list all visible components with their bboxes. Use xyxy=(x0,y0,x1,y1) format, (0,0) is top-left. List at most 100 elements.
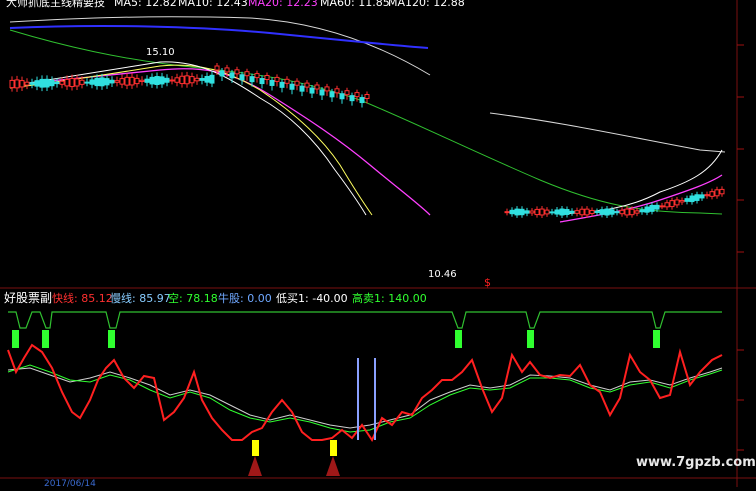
candle-body xyxy=(64,78,70,87)
candle-body xyxy=(139,79,145,82)
candle-body xyxy=(704,194,710,197)
candle-body xyxy=(134,77,140,85)
candle-body xyxy=(629,208,635,216)
candle-body xyxy=(344,90,350,96)
candle-body xyxy=(659,205,665,208)
candle-body xyxy=(154,76,160,86)
candle-body xyxy=(74,78,80,87)
candle-body xyxy=(24,81,30,86)
ma60-label: MA60: 11.85 xyxy=(320,0,390,9)
candle-body xyxy=(259,78,265,85)
candle-body xyxy=(524,210,530,214)
buy-triangle-1 xyxy=(248,456,262,476)
candle-body xyxy=(59,80,65,85)
low-buy-readout: 低买1: -40.00 xyxy=(276,292,348,305)
candle-body xyxy=(264,75,270,80)
candle-body xyxy=(89,79,95,85)
candle-body xyxy=(569,210,575,214)
candle-body xyxy=(124,76,130,86)
candle-body xyxy=(279,81,285,88)
slow-line xyxy=(7,367,723,429)
ma5-line-right xyxy=(559,149,723,215)
dollar-marker-icon: $ xyxy=(484,276,491,289)
candle-body xyxy=(314,84,320,90)
watermark: www.7gpzb.com xyxy=(636,455,756,470)
candle-body xyxy=(34,80,40,87)
candle-body xyxy=(274,76,280,82)
slow-line-readout: 慢线: 85.97 xyxy=(110,292,171,305)
candle-body xyxy=(214,65,220,71)
empty-readout: 空: 78.18 xyxy=(168,292,218,305)
candle-body xyxy=(179,75,185,85)
ma120-line-right xyxy=(489,112,726,153)
candle-body xyxy=(309,87,315,94)
candle-body xyxy=(669,200,675,208)
candle-body xyxy=(319,89,325,96)
candle-body xyxy=(19,80,25,88)
stock-chart-window[interactable]: 大师抓底主线精要技 MA5: 12.82 MA10: 12.43 MA20: 1… xyxy=(0,0,756,489)
candle-body xyxy=(69,78,75,88)
candle-body xyxy=(684,198,690,202)
candle-body xyxy=(209,74,215,84)
candle-body xyxy=(229,72,235,79)
sell-signal-bar xyxy=(12,330,19,348)
candle-body xyxy=(549,211,555,214)
fast-line-readout: 快线: 85.12 xyxy=(52,292,113,305)
candle-body xyxy=(614,211,620,214)
candle-body xyxy=(129,76,135,86)
candle-body xyxy=(254,73,260,79)
sell-signal-bar xyxy=(108,330,115,348)
candle-body xyxy=(174,77,180,83)
candle-body xyxy=(94,77,100,87)
candle-body xyxy=(149,76,155,85)
candle-body xyxy=(39,78,45,88)
candle-body xyxy=(44,78,50,88)
candle-body xyxy=(54,81,60,85)
peak-price-label: 15.10 xyxy=(146,47,175,58)
candle-body xyxy=(119,78,125,85)
candle-body xyxy=(284,78,290,84)
candle-body xyxy=(29,82,35,85)
candle-body xyxy=(349,95,355,102)
candle-body xyxy=(294,80,300,86)
candle-body xyxy=(534,208,540,216)
sell-signal-bar xyxy=(653,330,660,348)
buy-triangle-2 xyxy=(326,456,340,476)
candle-body xyxy=(609,209,615,215)
candle-body xyxy=(694,194,700,201)
chart-canvas[interactable] xyxy=(0,0,756,487)
candle-body xyxy=(584,208,590,216)
candle-body xyxy=(574,210,580,214)
candle-body xyxy=(529,210,535,214)
candle-body xyxy=(184,75,190,85)
candle-body xyxy=(649,204,655,212)
candle-body xyxy=(589,209,595,215)
candle-body xyxy=(219,70,225,77)
candle-body xyxy=(239,74,245,81)
ma10-label: MA10: 12.43 xyxy=(178,0,248,9)
candle-body xyxy=(9,79,15,89)
candle-body xyxy=(594,210,600,214)
candle-body xyxy=(339,93,345,100)
candle-body xyxy=(624,208,630,216)
sell-signal-bar xyxy=(455,330,462,348)
candle-body xyxy=(514,208,520,216)
candle-body xyxy=(509,209,515,215)
sub-indicator-name: 好股票副 xyxy=(4,291,53,305)
candle-body xyxy=(564,209,570,215)
date-readout: 2017/06/14 xyxy=(44,479,96,489)
candle-body xyxy=(359,97,365,104)
candle-body xyxy=(689,195,695,203)
candle-body xyxy=(334,88,340,94)
candle-body xyxy=(109,79,115,84)
ma60-line xyxy=(9,29,723,215)
candle-body xyxy=(249,76,255,83)
candle-body xyxy=(709,191,715,197)
candle-body xyxy=(504,211,510,214)
candle-body xyxy=(699,194,705,199)
high-sell-readout: 高卖1: 140.00 xyxy=(352,292,427,305)
candle-body xyxy=(329,91,335,98)
candle-body xyxy=(639,209,645,213)
candle-body xyxy=(539,208,545,216)
candle-body xyxy=(299,85,305,92)
